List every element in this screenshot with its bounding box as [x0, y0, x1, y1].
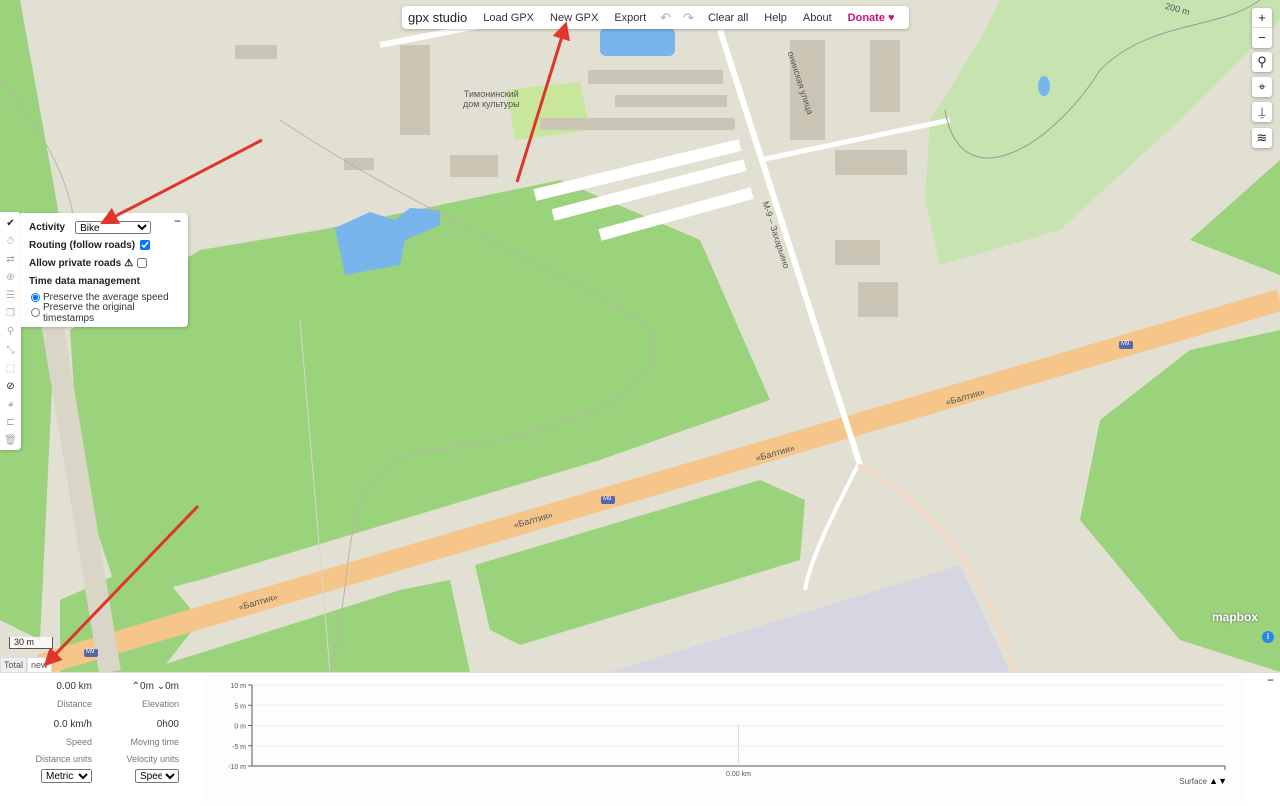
- y-tick-label: 10 m: [230, 683, 246, 690]
- time-data-heading: Time data management: [29, 275, 140, 287]
- search-icon[interactable]: ⚲: [1252, 52, 1272, 72]
- export-button[interactable]: Export: [606, 12, 654, 24]
- tab-total[interactable]: Total: [0, 657, 28, 673]
- stopwatch-icon[interactable]: ⏱: [7, 233, 15, 251]
- palette-icon[interactable]: ◕: [7, 396, 13, 414]
- structure-icon[interactable]: ⊏: [6, 414, 14, 432]
- private-roads-label: Allow private roads: [29, 257, 122, 269]
- mapbox-logo: mapbox: [1212, 610, 1259, 624]
- y-tick-label: -5 m: [232, 744, 246, 751]
- compress-icon[interactable]: ⤡: [7, 342, 15, 360]
- waypoint-icon[interactable]: ⚲: [7, 323, 14, 341]
- map-label-m9: M9: [603, 496, 612, 502]
- elevation-panel: 0.00 km Distance ⌃0m ⌄0m Elevation 0.0 km/…: [0, 672, 1280, 803]
- crop-icon[interactable]: ⬚: [6, 360, 15, 378]
- info-icon[interactable]: i: [1262, 631, 1274, 643]
- minimize-icon[interactable]: −: [174, 214, 181, 228]
- y-tick-label: 5 m: [234, 703, 246, 710]
- locate-icon[interactable]: ⌖: [1252, 77, 1272, 97]
- reverse-icon[interactable]: ⇄: [6, 251, 14, 269]
- add-icon[interactable]: ⊕: [6, 269, 14, 287]
- x-tick-label: 0.00 km: [726, 771, 751, 778]
- elevation-chart[interactable]: 10 m 5 m 0 m -5 m -10 m 0.00 km Surface ▲▼: [205, 673, 1245, 803]
- minimize-icon[interactable]: −: [1267, 673, 1274, 687]
- preserve-timestamps-radio[interactable]: [31, 308, 40, 317]
- file-tabs: Total new: [0, 657, 52, 673]
- street-view-icon[interactable]: ⍊: [1252, 102, 1272, 122]
- clear-all-button[interactable]: Clear all: [700, 12, 756, 24]
- distance-units-select[interactable]: Metric: [41, 769, 92, 783]
- y-tick-label: 0 m: [234, 724, 246, 731]
- undo-icon[interactable]: ↶: [654, 10, 677, 26]
- elevation-chart-svg: 10 m 5 m 0 m -5 m -10 m 0.00 km: [228, 683, 1226, 778]
- routing-check-icon[interactable]: ✔: [6, 215, 14, 233]
- copy-icon[interactable]: ❐: [6, 305, 15, 323]
- elevation-stat: ⌃0m ⌄0m Elevation: [131, 681, 179, 709]
- speed-stat: 0.0 km/h Speed: [53, 719, 92, 747]
- map[interactable]: Тимонинский дом культуры онинская улица М…: [0, 0, 1280, 672]
- map-scale: 30 m: [9, 637, 53, 649]
- map-label-m9: M9: [86, 649, 95, 655]
- zoom-in-button[interactable]: +: [1252, 8, 1272, 28]
- heart-icon: ♥: [888, 11, 895, 24]
- list-icon[interactable]: ☰: [6, 287, 15, 305]
- trash-icon[interactable]: 🗑: [4, 432, 17, 450]
- distance-units: Distance units Metric: [10, 754, 92, 783]
- help-button[interactable]: Help: [756, 12, 795, 24]
- private-roads-checkbox[interactable]: [137, 258, 148, 268]
- routing-checkbox[interactable]: [140, 240, 151, 250]
- app-logo: gpx studio: [408, 10, 468, 25]
- redo-icon[interactable]: ↷: [677, 10, 700, 26]
- surface-toggle[interactable]: Surface ▲▼: [1179, 776, 1227, 786]
- map-tiles: [0, 0, 1280, 672]
- top-menu: gpx studio Load GPX New GPX Export ↶ ↷ C…: [402, 6, 909, 29]
- load-gpx-button[interactable]: Load GPX: [475, 12, 542, 24]
- routing-label: Routing (follow roads): [29, 239, 136, 251]
- option-label: Preserve the original timestamps: [43, 301, 135, 324]
- donate-button[interactable]: Donate ♥: [840, 12, 903, 24]
- tab-new[interactable]: new: [27, 657, 52, 673]
- distance-stat: 0.00 km Distance: [56, 681, 92, 709]
- y-tick-label: -10 m: [228, 764, 246, 771]
- tool-sidebar: ✔ ⏱ ⇄ ⊕ ☰ ❐ ⚲ ⤡ ⬚ ⊘ ◕ ⊏ 🗑: [0, 212, 21, 450]
- routing-panel: − Activity Bike Routing (follow roads) A…: [21, 213, 188, 327]
- activity-select[interactable]: Bike: [75, 220, 152, 234]
- moving-time-stat: 0h00 Moving time: [130, 719, 179, 747]
- activity-label: Activity: [29, 221, 66, 233]
- preserve-average-speed-radio[interactable]: [31, 293, 40, 302]
- velocity-units-select[interactable]: Speed: [135, 769, 179, 783]
- zoom-out-button[interactable]: −: [1252, 28, 1272, 48]
- zoom-control: + −: [1252, 8, 1272, 48]
- map-label-m9: M9: [1121, 341, 1130, 347]
- about-button[interactable]: About: [795, 12, 840, 24]
- preserve-timestamps-option[interactable]: Preserve the original timestamps: [31, 302, 180, 324]
- sort-arrows-icon: ▲▼: [1209, 776, 1227, 786]
- new-gpx-button[interactable]: New GPX: [542, 12, 606, 24]
- velocity-units: Velocity units Speed: [100, 754, 179, 783]
- warning-icon: ⚠: [124, 257, 134, 269]
- layers-icon[interactable]: ≋: [1252, 128, 1272, 148]
- hide-icon[interactable]: ⊘: [6, 378, 14, 396]
- map-label-culture-house: Тимонинский дом культуры: [463, 89, 520, 109]
